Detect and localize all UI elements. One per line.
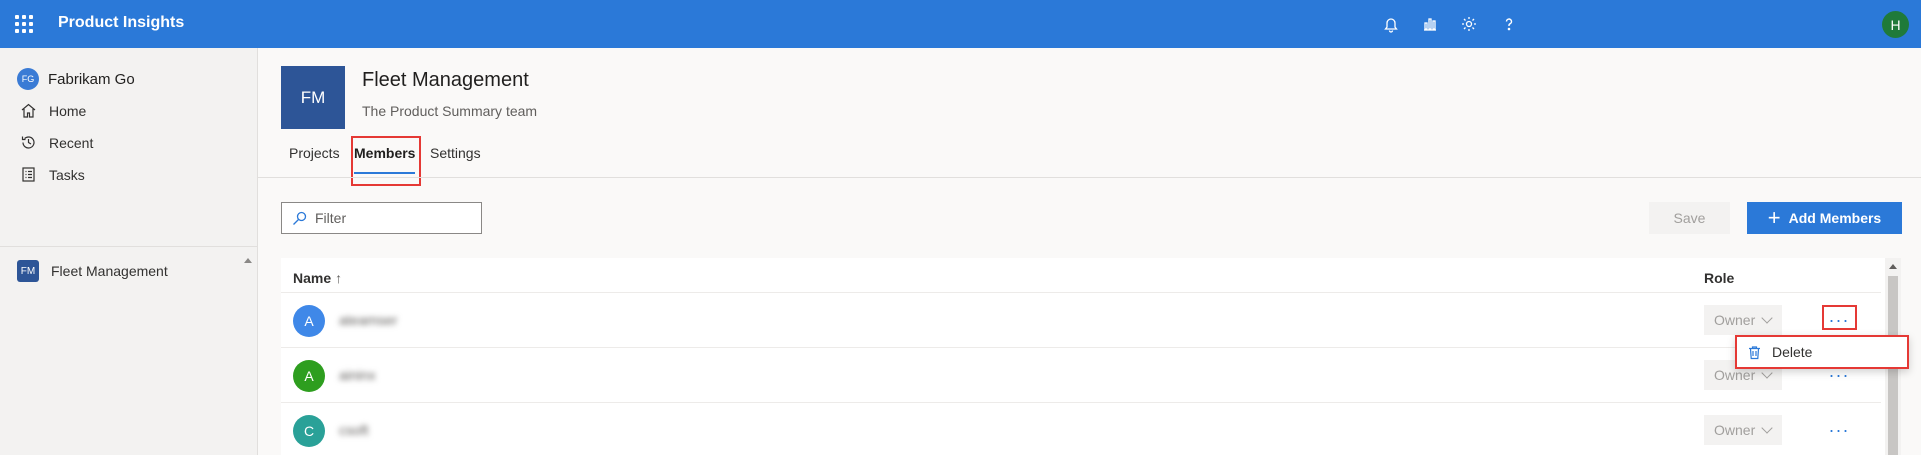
avatar: C bbox=[293, 415, 325, 447]
role-dropdown[interactable]: Owner bbox=[1704, 305, 1782, 335]
add-members-label: Add Members bbox=[1788, 210, 1882, 226]
user-avatar[interactable]: H bbox=[1882, 11, 1909, 38]
member-name: csoft bbox=[339, 422, 369, 438]
plus-icon: + bbox=[1767, 205, 1781, 230]
role-dropdown[interactable]: Owner bbox=[1704, 415, 1782, 445]
chevron-down-icon bbox=[1761, 312, 1773, 324]
table-row[interactable]: C csoft Owner ··· bbox=[281, 402, 1881, 455]
help-icon[interactable] bbox=[1497, 12, 1521, 36]
nav-divider bbox=[0, 246, 257, 247]
app-title[interactable]: Product Insights bbox=[58, 14, 184, 32]
nav-item-fleet-management[interactable]: FM Fleet Management bbox=[17, 260, 168, 282]
org-name: Fabrikam Go bbox=[48, 70, 135, 88]
collapse-caret-icon[interactable] bbox=[244, 258, 252, 263]
top-bar: Product Insights H bbox=[0, 0, 1921, 48]
nav-item-tasks[interactable]: Tasks bbox=[20, 166, 85, 183]
filter-input[interactable] bbox=[315, 210, 475, 226]
member-name: ateamser bbox=[339, 312, 398, 328]
delete-menu-label: Delete bbox=[1772, 344, 1813, 360]
bell-icon[interactable] bbox=[1379, 12, 1403, 36]
column-header-role: Role bbox=[1704, 270, 1735, 286]
tab-settings[interactable]: Settings bbox=[430, 145, 481, 161]
members-table: Name ↑ Role A ateamser Owner ··· A aininx… bbox=[281, 258, 1901, 455]
more-actions-button[interactable]: ··· bbox=[1824, 415, 1854, 445]
home-icon bbox=[21, 103, 36, 118]
table-row[interactable]: A ateamser Owner ··· bbox=[281, 292, 1881, 347]
chevron-down-icon bbox=[1761, 422, 1773, 434]
role-value: Owner bbox=[1714, 312, 1756, 328]
context-menu-delete[interactable]: Delete bbox=[1735, 335, 1909, 369]
nav-item-label: Tasks bbox=[49, 166, 85, 183]
role-value: Owner bbox=[1714, 422, 1756, 438]
team-badge: FM bbox=[281, 66, 345, 129]
left-navigation: FG Fabrikam Go Home Recent Tasks FM Flee… bbox=[0, 48, 258, 455]
tab-projects[interactable]: Projects bbox=[289, 145, 340, 161]
page-title: Fleet Management bbox=[362, 69, 529, 91]
org-badge: FG bbox=[17, 68, 39, 90]
nav-item-recent[interactable]: Recent bbox=[20, 134, 93, 151]
chevron-down-icon bbox=[1761, 367, 1773, 379]
add-members-button[interactable]: + Add Members bbox=[1747, 202, 1902, 234]
column-name-label: Name bbox=[293, 270, 332, 286]
nav-team-label: Fleet Management bbox=[51, 263, 168, 279]
avatar: A bbox=[293, 305, 325, 337]
sort-ascending-icon: ↑ bbox=[335, 270, 343, 286]
org-switcher[interactable]: FG Fabrikam Go bbox=[17, 68, 135, 90]
members-tab-highlight bbox=[351, 136, 421, 186]
search-icon bbox=[293, 211, 307, 225]
nav-item-label: Home bbox=[49, 102, 87, 119]
avatar: A bbox=[293, 360, 325, 392]
page-subtitle: The Product Summary team bbox=[362, 103, 538, 119]
nav-item-label: Recent bbox=[49, 134, 94, 151]
tasks-icon bbox=[22, 167, 35, 182]
team-badge-small: FM bbox=[17, 260, 39, 282]
app-launcher-icon[interactable] bbox=[15, 15, 33, 33]
column-header-name[interactable]: Name ↑ bbox=[293, 270, 342, 286]
nav-item-home[interactable]: Home bbox=[20, 102, 86, 119]
save-button[interactable]: Save bbox=[1649, 202, 1730, 234]
role-value: Owner bbox=[1714, 367, 1756, 383]
scroll-up-icon[interactable] bbox=[1889, 264, 1897, 269]
header-divider bbox=[258, 177, 1921, 178]
gear-icon[interactable] bbox=[1457, 12, 1481, 36]
more-button-highlight bbox=[1822, 305, 1857, 330]
history-icon bbox=[21, 136, 35, 149]
table-row[interactable]: A aininx Owner ··· bbox=[281, 347, 1881, 402]
analytics-icon[interactable] bbox=[1418, 12, 1442, 36]
trash-icon bbox=[1749, 345, 1760, 359]
filter-box[interactable] bbox=[281, 202, 482, 234]
member-name: aininx bbox=[339, 367, 376, 383]
